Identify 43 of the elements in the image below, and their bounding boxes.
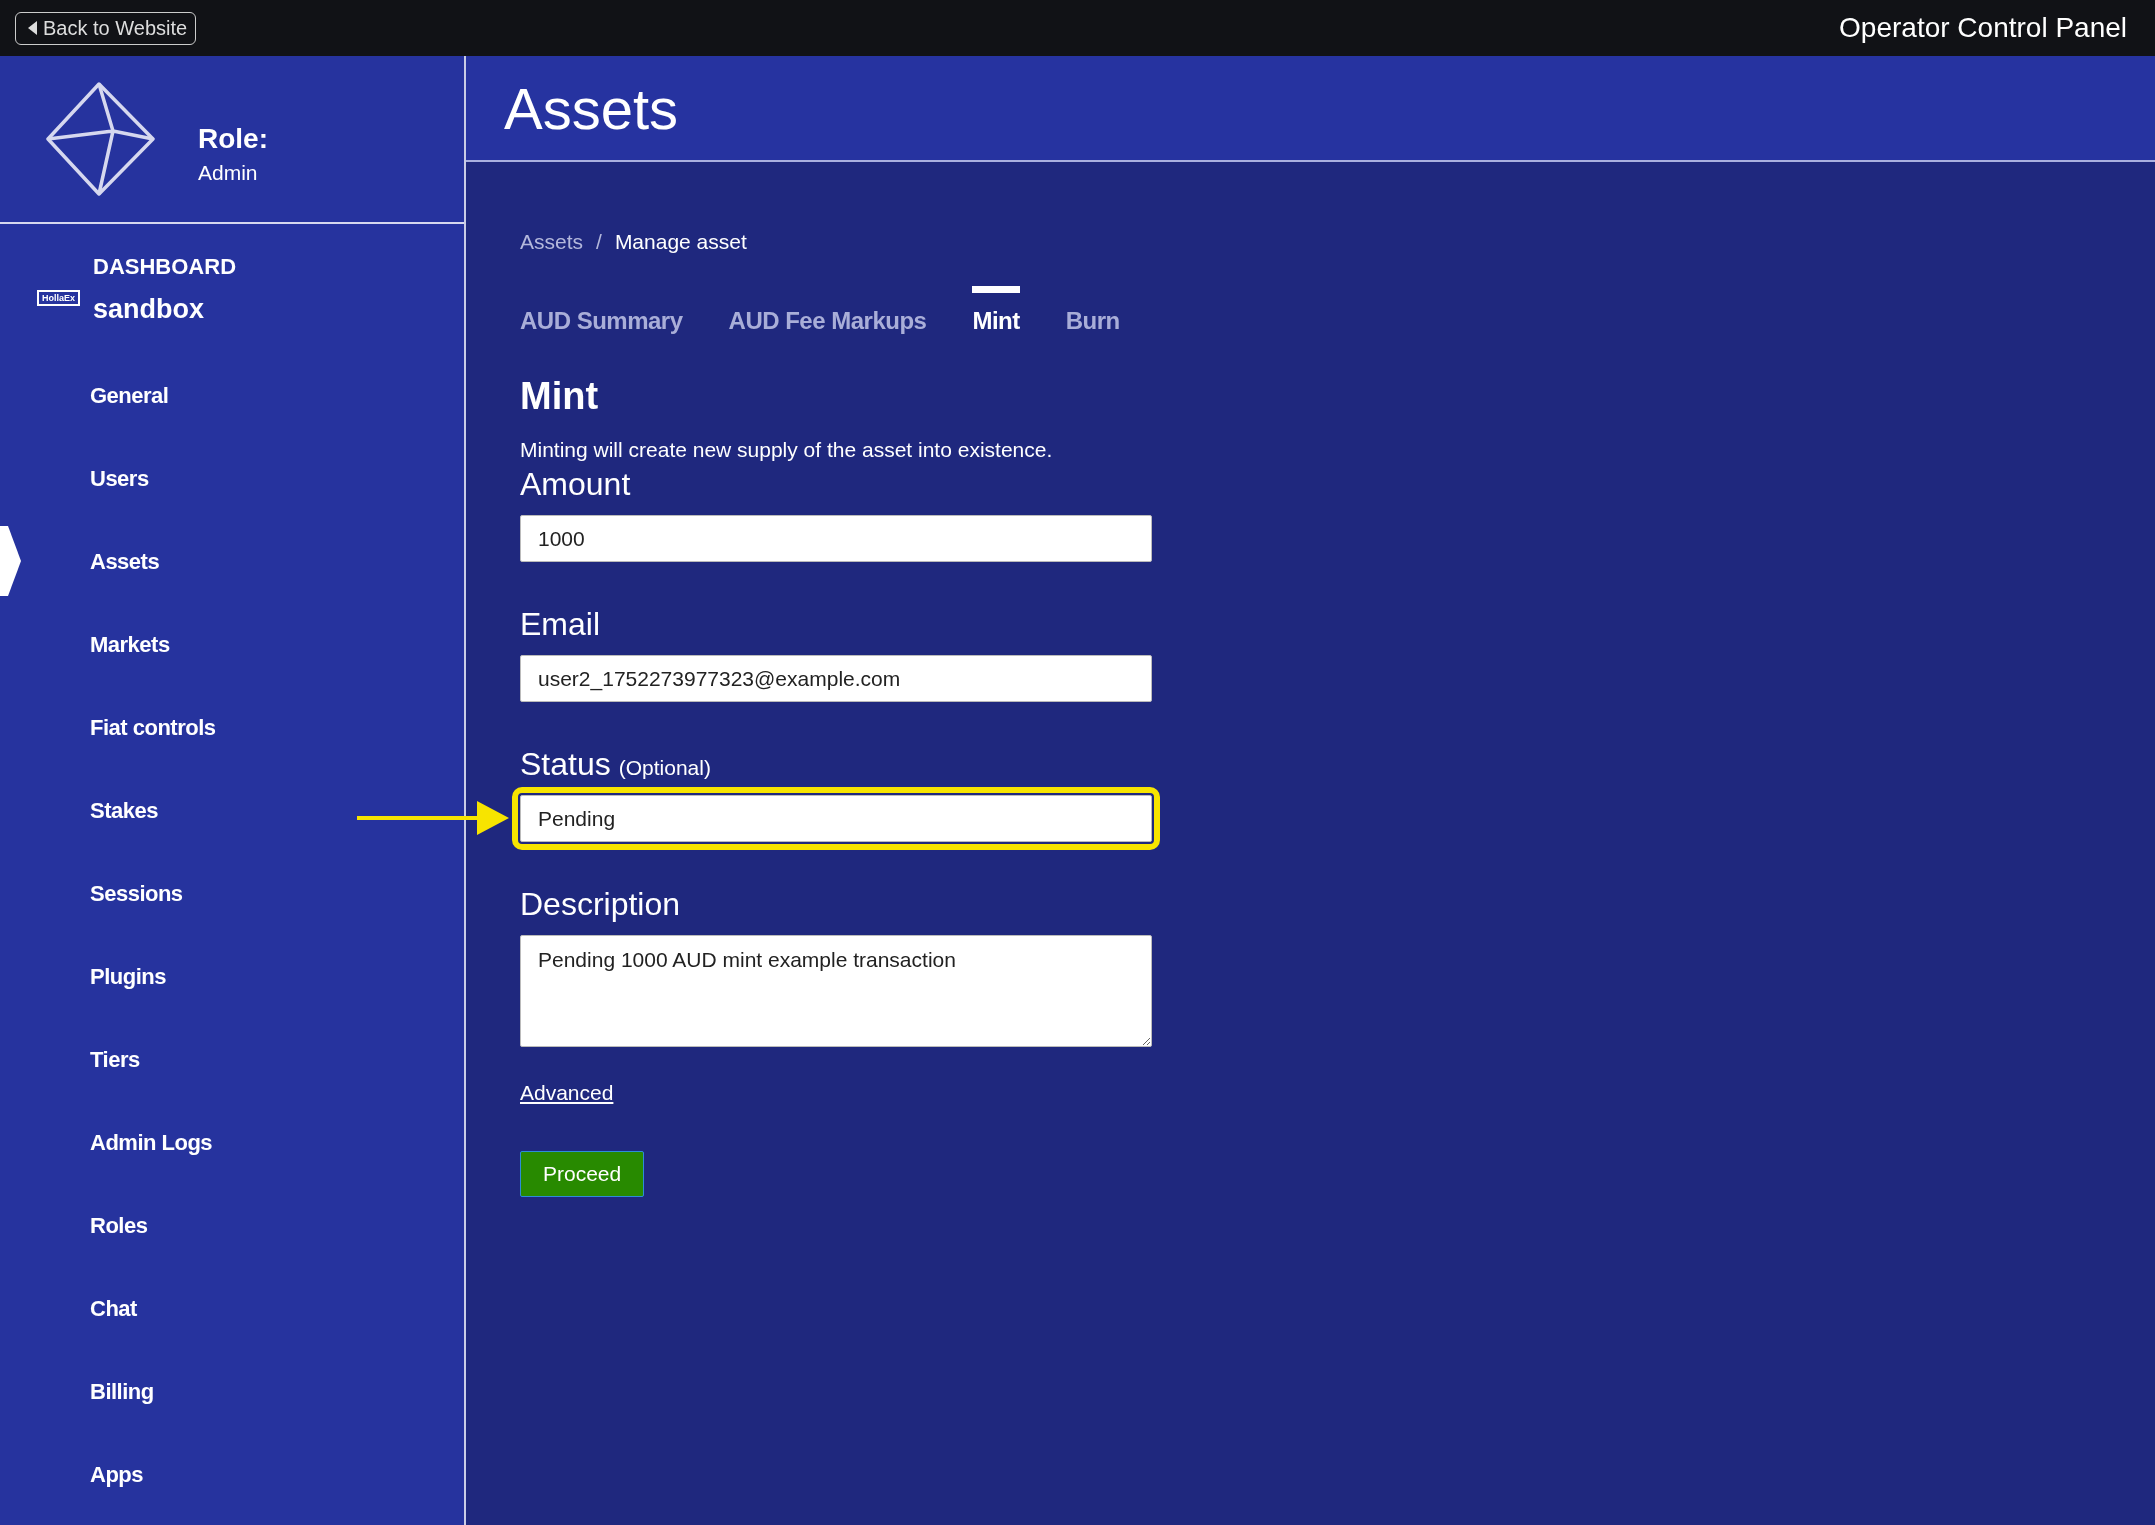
sidebar-item[interactable]: Billing — [90, 1378, 154, 1405]
sidebar-item[interactable]: Assets — [90, 548, 160, 575]
diamond-logo-icon — [46, 81, 156, 197]
exchange-logo: HollaEx — [37, 290, 80, 306]
sidebar-item[interactable]: General — [90, 382, 169, 409]
role-value: Admin — [198, 161, 259, 185]
field-label: Description — [520, 886, 681, 923]
optional-hint: (Optional) — [618, 756, 711, 780]
exchange-name: sandbox — [93, 293, 206, 325]
sidebar-item[interactable]: Stakes — [90, 797, 158, 824]
description-field[interactable]: Pending 1000 AUD mint example transaction — [520, 935, 1152, 1047]
caret-icon — [28, 21, 37, 35]
back-to-website-button[interactable]: Back to Website — [15, 11, 197, 45]
field-label: Status — [520, 746, 611, 783]
form-description: Minting will create new supply of the asset into existence. — [520, 438, 1053, 462]
input-field[interactable]: 1000 — [520, 515, 1152, 562]
role-label: Role: — [198, 123, 268, 155]
tab[interactable]: Mint — [972, 286, 1020, 335]
field-label: Amount — [520, 466, 631, 503]
sidebar-item[interactable]: Roles — [90, 1212, 148, 1239]
breadcrumb-link[interactable]: Assets — [520, 230, 584, 254]
sidebar-item[interactable]: Admin Logs — [90, 1129, 213, 1156]
form-title: Mint — [520, 375, 599, 418]
tab[interactable]: AUD Fee Markups — [728, 286, 927, 335]
page-title: Assets — [504, 74, 679, 142]
sidebar-item[interactable]: Fiat controls — [90, 714, 216, 741]
sidebar-item[interactable]: Chat — [90, 1295, 137, 1322]
input-field[interactable]: user2_1752273977323@example.com — [520, 655, 1152, 702]
panel-title: Operator Control Panel — [1839, 12, 2127, 44]
sidebar-item[interactable]: Plugins — [90, 963, 166, 990]
dashboard-label: DASHBOARD — [93, 253, 236, 280]
advanced-link[interactable]: Advanced — [520, 1081, 614, 1105]
sidebar-item[interactable]: Users — [90, 465, 149, 492]
tab[interactable]: AUD Summary — [520, 286, 683, 335]
breadcrumb-link[interactable]: Manage asset — [614, 230, 747, 254]
breadcrumb-separator: / — [596, 230, 602, 254]
sidebar-item[interactable]: Apps — [90, 1461, 143, 1488]
tab[interactable]: Burn — [1065, 286, 1120, 335]
sidebar-item[interactable]: Tiers — [90, 1046, 140, 1073]
field-label: Email — [520, 606, 600, 643]
sidebar-item[interactable]: Sessions — [90, 880, 183, 907]
proceed-button[interactable]: Proceed — [520, 1151, 645, 1197]
sidebar-item[interactable]: Markets — [90, 631, 170, 658]
